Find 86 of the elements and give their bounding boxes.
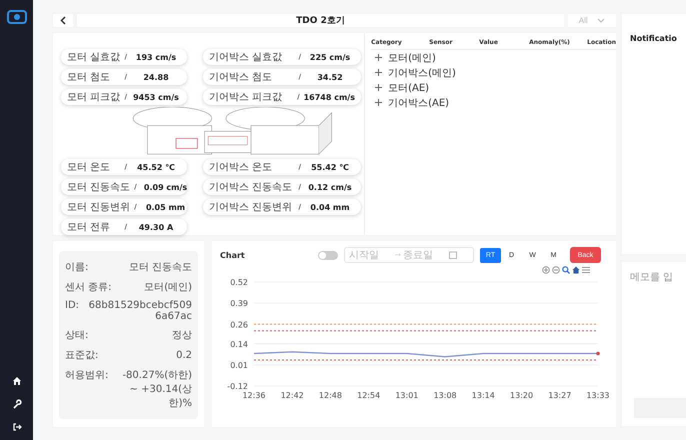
category-label: 기어박스(메인) — [388, 66, 456, 80]
plus-icon — [375, 99, 382, 106]
sensor-value: 0.05 mm — [144, 202, 186, 212]
detail-value: -80.27%(하한) ~ +30.14(상한)% — [121, 369, 192, 410]
x-tick-label: 13:01 — [395, 391, 418, 400]
category-label: 모터(메인) — [388, 52, 436, 64]
sensor-value: 45.52 ℃ — [136, 162, 176, 172]
sensor-value: 0.12 cm/s — [307, 182, 353, 192]
notification-title: Notificatio — [630, 34, 677, 43]
y-tick-label: 0.39 — [230, 299, 248, 308]
sensor-label: 모터 실효값 — [67, 51, 121, 64]
back-button[interactable] — [53, 14, 73, 27]
x-tick-label: 12:54 — [357, 391, 380, 400]
tree-row[interactable]: 모터(AE) — [371, 80, 616, 95]
sensor-value: 24.88 — [142, 72, 170, 82]
tree-row[interactable]: 기어박스(메인) — [371, 65, 616, 80]
detail-value: 68b81529bcebcf5096a67ac — [88, 300, 192, 322]
category-label: 모터(AE) — [388, 82, 430, 94]
toggle-switch[interactable] — [318, 250, 338, 260]
home-icon[interactable] — [572, 266, 580, 274]
menu-icon[interactable] — [582, 266, 590, 274]
sensor-value: 225 cm/s — [308, 52, 352, 62]
sensor-label: 기어박스 실효값 — [209, 51, 284, 64]
detail-value: 0.2 — [176, 350, 192, 361]
logout-icon[interactable] — [12, 422, 22, 432]
sensor-label: 기어박스 진동속도 — [209, 181, 294, 194]
chevron-down-icon — [597, 18, 606, 23]
x-tick-label: 13:08 — [434, 391, 457, 400]
sensor-label: 모터 진동변위 — [67, 201, 130, 214]
x-tick-label: 13:33 — [586, 391, 610, 400]
home-icon[interactable] — [12, 376, 22, 386]
y-tick-label: 0.01 — [230, 360, 248, 370]
sensor-value: 16748 cm/s — [304, 92, 355, 102]
chevron-left-icon — [60, 16, 66, 25]
detail-value: 모터 진동속도 — [128, 261, 192, 274]
x-tick-label: 13:14 — [472, 391, 495, 400]
sensor-label: 모터 피크값 — [67, 91, 121, 104]
search-icon[interactable] — [562, 266, 570, 274]
sensor-value: 34.52 — [316, 72, 344, 82]
sensor-label: 모터 온도 — [67, 161, 112, 174]
sensor-value: 9453 cm/s — [132, 92, 180, 102]
sensor-label: 기어박스 온도 — [209, 161, 274, 174]
machine-title: TDO 2호기 — [77, 14, 564, 27]
detail-value: 모터(메인) — [144, 281, 192, 294]
tree-row[interactable]: 기어박스(AE) — [371, 95, 616, 110]
sensor-label: 기어박스 첨도 — [209, 71, 274, 84]
plus-icon — [375, 69, 382, 76]
x-tick-label: 12:48 — [318, 391, 342, 400]
zoom-in-icon[interactable] — [542, 266, 550, 274]
y-tick-label: 0.26 — [230, 320, 248, 330]
x-tick-label: 13:27 — [548, 391, 572, 400]
plus-icon — [375, 84, 382, 91]
sensor-label: 기어박스 진동변위 — [209, 201, 294, 214]
plus-icon — [375, 54, 382, 61]
sensor-label: 기어박스 피크값 — [209, 91, 284, 104]
tree-row[interactable]: 모터(메인) — [371, 50, 616, 65]
detail-label: 허용범위: — [65, 369, 108, 382]
sensor-label: 모터 진동속도 — [67, 181, 130, 194]
calendar-icon — [448, 251, 457, 259]
sensor-value: 55.42 ℃ — [310, 162, 350, 172]
chart-title: Chart — [220, 250, 246, 260]
wrench-icon[interactable] — [12, 399, 22, 409]
sensor-label: 모터 첨도 — [67, 71, 112, 84]
latest-point — [596, 352, 600, 356]
sensor-label: 모터 전류 — [67, 221, 112, 234]
y-tick-label: -0.12 — [227, 382, 248, 391]
sensor-value: 0.04 mm — [309, 202, 351, 212]
detail-label: 상태: — [65, 329, 88, 342]
y-tick-label: 0.14 — [230, 340, 248, 349]
detail-label: 표준값: — [65, 349, 98, 362]
detail-value: 정상 — [172, 329, 192, 342]
detail-label: ID: — [65, 300, 80, 311]
sensor-value: 193 cm/s — [134, 52, 178, 62]
sensor-value: 49.30 A — [138, 222, 174, 232]
zoom-out-icon[interactable] — [552, 266, 560, 274]
detail-label: 이름: — [65, 261, 88, 274]
x-tick-label: 12:42 — [280, 391, 304, 400]
end-date-input[interactable]: 종료일 — [402, 250, 447, 260]
detail-label: 센서 종류: — [65, 281, 112, 294]
x-tick-label: 13:20 — [510, 391, 534, 400]
logo-icon — [6, 10, 26, 24]
x-tick-label: 12:36 — [242, 391, 266, 400]
y-tick-label: 0.52 — [230, 278, 248, 287]
category-label: 기어박스(AE) — [388, 96, 450, 110]
sensor-value: 0.09 cm/s — [142, 182, 188, 192]
start-date-input[interactable]: 시작일 — [349, 250, 393, 260]
